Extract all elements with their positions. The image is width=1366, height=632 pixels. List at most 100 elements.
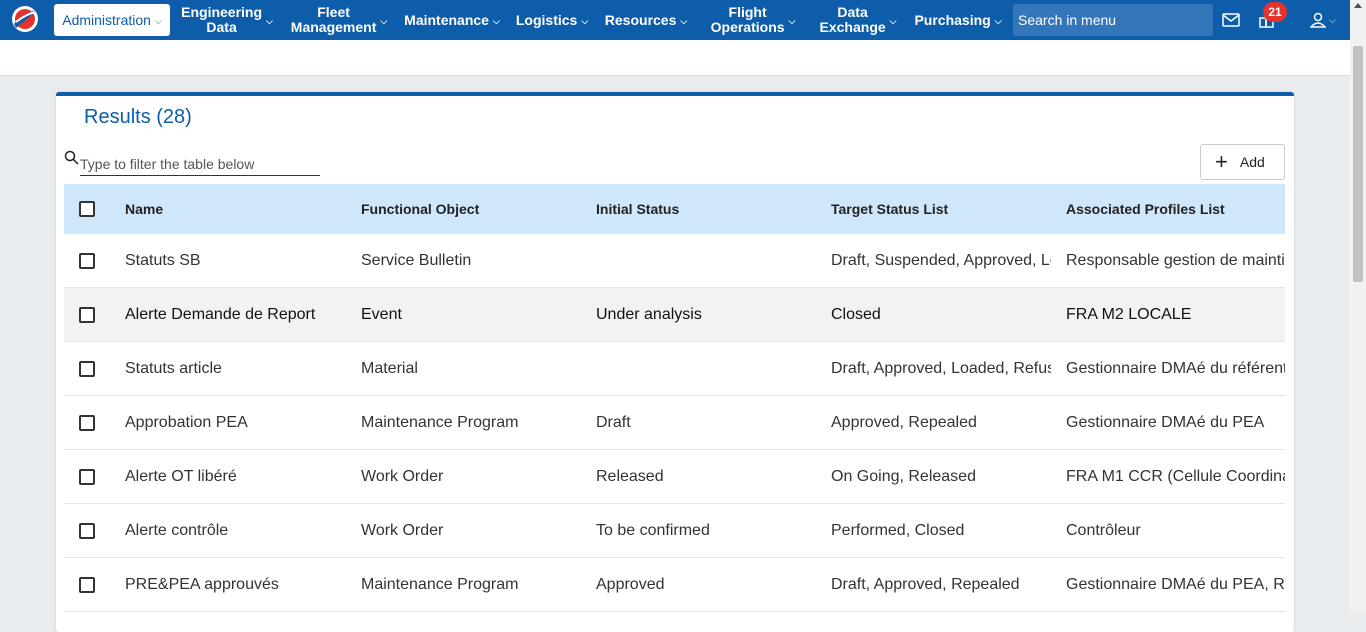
chevron-down-icon: ⌵ <box>266 15 273 26</box>
cell-associated-profiles: Contrôleur <box>1066 521 1141 539</box>
cell-associated-profiles: FRA M1 CCR (Cellule Coordination) <box>1066 467 1285 485</box>
cell-name: PRE&PEA approuvés <box>125 575 279 593</box>
menu-search-input[interactable]: Search in menu <box>1013 4 1213 36</box>
nav-flight-operations-label: Flight Operations <box>710 4 785 35</box>
scrollbar-thumb[interactable] <box>1353 46 1363 282</box>
table-row[interactable]: Approbation PEA Maintenance Program Draf… <box>64 396 1285 450</box>
cell-initial-status: Under analysis <box>596 305 702 323</box>
cell-target-status-list: Performed, Closed <box>831 521 965 539</box>
cell-target-status-list: Draft, Suspended, Approved, Loaded <box>831 251 1051 269</box>
row-checkbox[interactable] <box>79 414 95 431</box>
cell-name: Approbation PEA <box>125 413 248 431</box>
cell-target-status-list: On Going, Released <box>831 467 976 485</box>
nav-engineering-data-label: Engineering Data <box>181 4 263 35</box>
table-row[interactable]: Statuts article Material Draft, Approved… <box>64 342 1285 396</box>
column-header-name[interactable]: Name <box>125 201 355 217</box>
scroll-up-arrow-icon[interactable] <box>1354 3 1362 8</box>
cell-functional-object: Maintenance Program <box>361 575 519 593</box>
nav-maintenance-label: Maintenance <box>404 11 489 28</box>
nav-logistics-label: Logistics <box>515 11 578 28</box>
cell-functional-object: Service Bulletin <box>361 251 472 269</box>
cell-associated-profiles: Gestionnaire DMAé du référentiel <box>1066 359 1285 377</box>
table-header-row: Name Functional Object Initial Status Ta… <box>64 184 1285 234</box>
chevron-down-icon: ⌵ <box>380 15 388 26</box>
column-header-associated-profiles[interactable]: Associated Profiles List <box>1066 201 1285 217</box>
nav-engineering-data[interactable]: Engineering Data ⌵ <box>180 0 274 40</box>
row-checkbox[interactable] <box>79 522 95 539</box>
nav-resources-label: Resources <box>604 11 677 28</box>
cell-associated-profiles: Responsable gestion de maintienance <box>1066 251 1285 269</box>
nav-logistics[interactable]: Logistics ⌵ <box>516 0 588 40</box>
row-checkbox[interactable] <box>79 252 95 269</box>
table-row[interactable]: Alerte Demande de Report Event Under ana… <box>64 288 1285 342</box>
table-row[interactable]: PRE&PEA approuvés Maintenance Program Ap… <box>64 558 1285 612</box>
cell-initial-status: To be confirmed <box>596 521 710 539</box>
cell-associated-profiles: FRA M2 LOCALE <box>1066 305 1192 323</box>
nav-fleet-management-label: Fleet Management <box>290 4 377 35</box>
column-header-target-status-list[interactable]: Target Status List <box>831 201 1051 217</box>
table-filter-input[interactable] <box>80 152 320 176</box>
table-row[interactable]: Statuts SB Service Bulletin Draft, Suspe… <box>64 234 1285 288</box>
column-header-initial-status[interactable]: Initial Status <box>596 201 826 217</box>
cell-functional-object: Work Order <box>361 521 444 539</box>
add-button[interactable]: + Add <box>1200 144 1285 180</box>
cell-name: Alerte Demande de Report <box>125 305 316 323</box>
nav-data-exchange[interactable]: Data Exchange ⌵ <box>816 0 900 40</box>
cell-target-status-list: Draft, Approved, Loaded, Refused <box>831 359 1051 377</box>
cell-initial-status: Draft <box>596 413 631 431</box>
chevron-down-icon: ⌵ <box>1329 14 1336 25</box>
chevron-down-icon: ⌵ <box>994 15 1002 26</box>
nav-purchasing[interactable]: Purchasing ⌵ <box>914 0 1002 40</box>
chevron-down-icon: ⌵ <box>492 15 500 26</box>
nav-flight-operations[interactable]: Flight Operations ⌵ <box>706 0 800 40</box>
cell-associated-profiles: Gestionnaire DMAé du PEA <box>1066 413 1265 431</box>
search-icon <box>64 150 79 165</box>
row-checkbox[interactable] <box>79 576 95 593</box>
page-scrollbar[interactable] <box>1350 0 1366 613</box>
nav-purchasing-label: Purchasing <box>914 11 991 28</box>
chevron-down-icon: ⌵ <box>154 15 162 26</box>
add-button-label: Add <box>1239 154 1265 170</box>
cell-functional-object: Work Order <box>361 467 444 485</box>
chevron-down-icon: ⌵ <box>680 15 688 26</box>
chevron-down-icon: ⌵ <box>788 15 796 26</box>
app-logo-icon[interactable] <box>10 4 40 34</box>
cell-name: Statuts article <box>125 359 222 377</box>
mail-icon[interactable] <box>1219 8 1243 32</box>
top-navigation-bar: Administration ⌵ Engineering Data ⌵ Flee… <box>0 0 1350 40</box>
chevron-down-icon: ⌵ <box>889 15 897 26</box>
nav-resources[interactable]: Resources ⌵ <box>604 0 688 40</box>
select-all-checkbox[interactable] <box>79 201 95 217</box>
cell-functional-object: Event <box>361 305 402 323</box>
user-menu[interactable]: ⌵ <box>1305 8 1341 32</box>
nav-maintenance[interactable]: Maintenance ⌵ <box>404 0 500 40</box>
cell-initial-status: Approved <box>596 575 665 593</box>
user-icon <box>1310 12 1327 28</box>
notification-count-badge: 21 <box>1263 2 1287 22</box>
cell-functional-object: Material <box>361 359 418 377</box>
results-table: Name Functional Object Initial Status Ta… <box>64 184 1285 612</box>
cell-name: Statuts SB <box>125 251 201 269</box>
nav-administration-label: Administration <box>62 11 151 28</box>
results-panel: Results (28) + Add Name Functional Objec… <box>56 92 1294 632</box>
cell-associated-profiles: Gestionnaire DMAé du PEA, Resp <box>1066 575 1285 593</box>
cell-target-status-list: Closed <box>831 305 881 323</box>
row-checkbox[interactable] <box>79 360 95 377</box>
nav-administration[interactable]: Administration ⌵ <box>54 4 170 36</box>
row-checkbox[interactable] <box>79 468 95 485</box>
cell-target-status-list: Draft, Approved, Repealed <box>831 575 1020 593</box>
cell-name: Alerte OT libéré <box>125 467 237 485</box>
row-checkbox[interactable] <box>79 306 95 323</box>
nav-fleet-management[interactable]: Fleet Management ⌵ <box>286 0 392 40</box>
cell-initial-status: Released <box>596 467 664 485</box>
cell-target-status-list: Approved, Repealed <box>831 413 977 431</box>
menu-search-label: Search in menu <box>1018 12 1117 28</box>
table-row[interactable]: Alerte OT libéré Work Order Released On … <box>64 450 1285 504</box>
results-title: Results (28) <box>84 106 192 128</box>
secondary-toolbar <box>0 40 1350 76</box>
nav-data-exchange-label: Data Exchange <box>819 4 886 35</box>
table-row[interactable]: Alerte contrôle Work Order To be confirm… <box>64 504 1285 558</box>
cell-functional-object: Maintenance Program <box>361 413 519 431</box>
plus-icon: + <box>1215 149 1228 174</box>
column-header-functional-object[interactable]: Functional Object <box>361 201 591 217</box>
